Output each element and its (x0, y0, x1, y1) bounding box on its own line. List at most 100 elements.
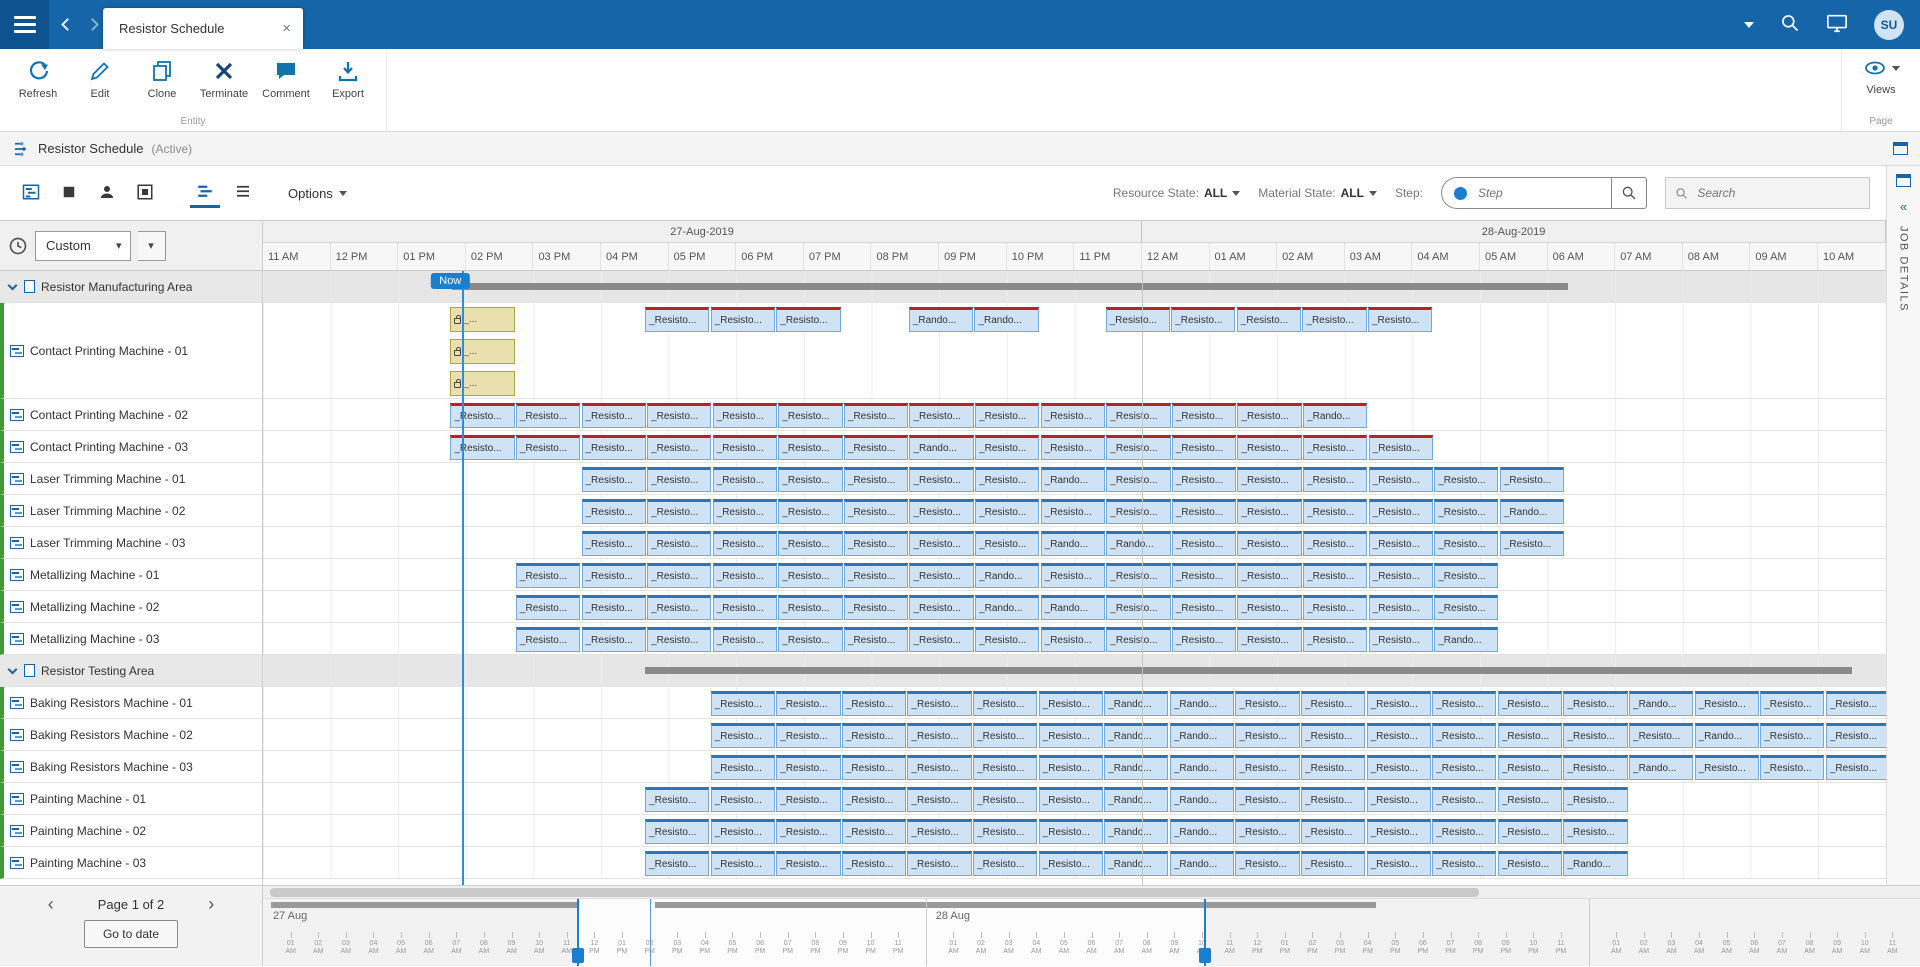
panel-expand-icon[interactable] (1896, 174, 1911, 187)
gantt-bar[interactable]: _Resisto... (1563, 819, 1627, 844)
gantt-bar[interactable]: _Resisto... (1369, 595, 1433, 620)
gantt-bar[interactable]: _Resisto... (713, 435, 777, 460)
gantt-bar[interactable]: _Resisto... (1106, 499, 1170, 524)
gantt-bar[interactable]: _Resisto... (776, 787, 840, 812)
gantt-bar[interactable]: _Resisto... (582, 595, 646, 620)
gantt-bar[interactable]: _Rando... (975, 595, 1039, 620)
gantt-bar[interactable]: _Resisto... (713, 563, 777, 588)
gantt-bar[interactable]: _Resisto... (450, 403, 514, 428)
gantt-bar[interactable]: _Resisto... (975, 627, 1039, 652)
gantt-bar[interactable]: _Rando... (1041, 531, 1105, 556)
gantt-bar[interactable]: _Resisto... (1301, 851, 1365, 876)
gantt-bar[interactable]: _Rando... (1104, 819, 1168, 844)
range-dropdown[interactable]: Custom ▾ (35, 231, 131, 261)
gantt-bar[interactable]: _Resisto... (1302, 307, 1366, 332)
resource-row-label[interactable]: Baking Resistors Machine - 03 (0, 751, 262, 783)
gantt-bar[interactable]: _Resisto... (973, 755, 1037, 780)
gantt-bar[interactable]: _Resisto... (1498, 723, 1562, 748)
gantt-bar[interactable]: _Resisto... (1235, 691, 1299, 716)
gantt-bar[interactable]: _Resisto... (973, 819, 1037, 844)
gantt-bar[interactable]: _Resisto... (1041, 499, 1105, 524)
gantt-bar[interactable]: _Resisto... (776, 851, 840, 876)
gantt-bar[interactable]: _Rando... (1104, 787, 1168, 812)
gantt-bar[interactable]: _Resisto... (909, 531, 973, 556)
gantt-bar[interactable]: _Resisto... (582, 563, 646, 588)
gantt-bar[interactable]: _Resisto... (973, 787, 1037, 812)
gantt-bar[interactable]: _Resisto... (1369, 467, 1433, 492)
gantt-bar[interactable]: _Resisto... (907, 819, 971, 844)
gantt-bar[interactable]: _Resisto... (1172, 435, 1236, 460)
gantt-bar[interactable]: _Resisto... (1172, 467, 1236, 492)
gantt-bar[interactable]: _Resisto... (516, 627, 580, 652)
gantt-bar[interactable]: _Resisto... (1041, 563, 1105, 588)
gantt-bar[interactable]: _Resisto... (1563, 787, 1627, 812)
gantt-bar[interactable]: _Resisto... (1629, 723, 1693, 748)
gantt-bar[interactable]: _Resisto... (1303, 467, 1367, 492)
gantt-bar[interactable]: _Resisto... (1041, 627, 1105, 652)
gantt-bar[interactable]: _Resisto... (1106, 595, 1170, 620)
gantt-bar[interactable]: _Resisto... (1760, 691, 1824, 716)
resource-row-label[interactable]: Painting Machine - 01 (0, 783, 262, 815)
gantt-bar[interactable]: _Rando... (1434, 627, 1498, 652)
gantt-bar[interactable]: _Rando... (1170, 755, 1234, 780)
gantt-bar[interactable]: _Resisto... (713, 467, 777, 492)
edit-button[interactable]: Edit (72, 56, 128, 103)
gantt-bar[interactable]: _Resisto... (647, 595, 711, 620)
gantt-bar[interactable]: _Resisto... (647, 563, 711, 588)
gantt-bar[interactable]: _Resisto... (1500, 467, 1564, 492)
gantt-bar[interactable]: _Resisto... (1563, 723, 1627, 748)
gantt-bar[interactable]: _Resisto... (1237, 467, 1301, 492)
gantt-bar[interactable]: _Resisto... (844, 563, 908, 588)
gantt-bar[interactable]: _Resisto... (1432, 755, 1496, 780)
gantt-bar[interactable]: _Resisto... (909, 563, 973, 588)
overview-window-end-handle[interactable] (1199, 948, 1211, 963)
gantt-bar[interactable]: _Resisto... (778, 499, 842, 524)
gantt-bar[interactable]: _Resisto... (1237, 531, 1301, 556)
gantt-bar[interactable]: _Resisto... (909, 627, 973, 652)
gantt-bar[interactable]: _Resisto... (778, 595, 842, 620)
gantt-bar[interactable]: _Resisto... (1369, 531, 1433, 556)
views-button[interactable] (1862, 56, 1900, 80)
export-button[interactable]: Export (320, 56, 376, 103)
gantt-bar[interactable]: _Resisto... (647, 435, 711, 460)
resource-row-label[interactable]: Contact Printing Machine - 03 (0, 431, 262, 463)
gantt-bar[interactable]: _Resisto... (1172, 531, 1236, 556)
gantt-bar[interactable]: _Resisto... (645, 307, 709, 332)
gantt-bar[interactable]: _Resisto... (1369, 435, 1433, 460)
gantt-bar[interactable]: _Resisto... (1106, 307, 1170, 332)
gantt-bar[interactable]: _Rando... (1500, 499, 1564, 524)
gantt-bar[interactable]: _Resisto... (1106, 563, 1170, 588)
gantt-bar[interactable]: _Resisto... (1106, 467, 1170, 492)
gantt-bar[interactable]: _Resisto... (1498, 851, 1562, 876)
gantt-bar[interactable]: _Resisto... (776, 723, 840, 748)
gantt-bar[interactable]: _Resisto... (1303, 595, 1367, 620)
gantt-bar[interactable]: _Resisto... (973, 691, 1037, 716)
gantt-bar[interactable]: _Resisto... (647, 531, 711, 556)
view-resource-icon[interactable] (92, 178, 122, 208)
gantt-bar[interactable]: _Resisto... (713, 595, 777, 620)
forward-icon[interactable] (86, 18, 99, 31)
gantt-bar[interactable]: _Resisto... (713, 531, 777, 556)
resource-row-label[interactable]: Laser Trimming Machine - 02 (0, 495, 262, 527)
gantt-bar[interactable]: _Resisto... (1172, 627, 1236, 652)
gantt-bar[interactable]: _Resisto... (1367, 691, 1431, 716)
gantt-bar[interactable]: _Resisto... (1303, 435, 1367, 460)
back-icon[interactable] (61, 18, 74, 31)
gantt-bar[interactable]: _Resisto... (1367, 755, 1431, 780)
gantt-bar[interactable]: _Resisto... (1432, 787, 1496, 812)
gantt-bar[interactable]: _Resisto... (778, 563, 842, 588)
resource-row-label[interactable]: Baking Resistors Machine - 01 (0, 687, 262, 719)
gantt-bar[interactable]: _Resisto... (1367, 819, 1431, 844)
gantt-bar[interactable]: _Resisto... (1039, 819, 1103, 844)
overview-window-start-handle[interactable] (572, 948, 584, 963)
gantt-bar[interactable]: _Resisto... (909, 467, 973, 492)
gantt-bar[interactable]: _... (450, 371, 514, 396)
gantt-bar[interactable]: _Rando... (1170, 723, 1234, 748)
gantt-bar[interactable]: _Resisto... (713, 403, 777, 428)
gantt-bar[interactable]: _Resisto... (973, 851, 1037, 876)
tab-resistor-schedule[interactable]: Resistor Schedule × (103, 8, 303, 49)
gantt-bar[interactable]: _Resisto... (1172, 499, 1236, 524)
gantt-bar[interactable]: _Resisto... (1432, 851, 1496, 876)
search-input[interactable] (1695, 185, 1860, 201)
view-grid-icon[interactable] (54, 178, 84, 208)
